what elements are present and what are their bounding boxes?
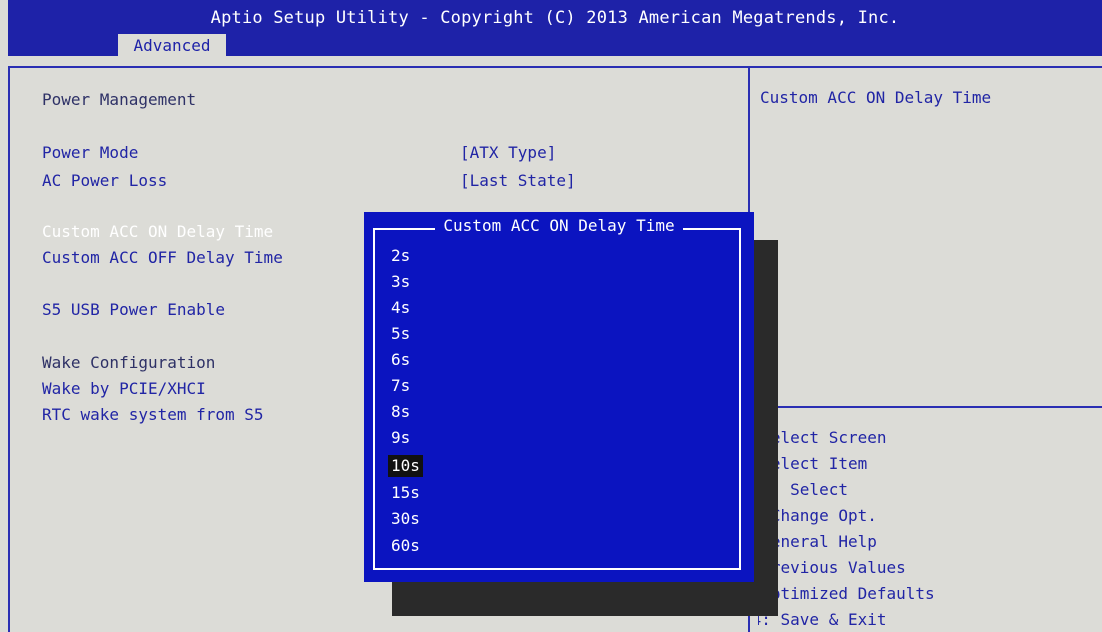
option-3s[interactable]: 3s	[388, 271, 413, 293]
frame-left-line	[8, 66, 10, 632]
option-7s[interactable]: 7s	[388, 375, 413, 397]
option-5s[interactable]: 5s	[388, 323, 413, 345]
frame-top-line	[8, 66, 1102, 68]
option-6s[interactable]: 6s	[388, 349, 413, 371]
option-15s[interactable]: 15s	[388, 482, 423, 504]
option-4s[interactable]: 4s	[388, 297, 413, 319]
setting-ac-power-loss-value[interactable]: [Last State]	[460, 171, 576, 190]
tab-advanced[interactable]: Advanced	[118, 34, 226, 58]
window-title: Aptio Setup Utility - Copyright (C) 2013…	[210, 8, 900, 28]
option-10s-selected[interactable]: 10s	[388, 455, 423, 477]
popup-title-text: Custom ACC ON Delay Time	[435, 216, 683, 235]
setting-wake-by-pcie-xhci[interactable]: Wake by PCIE/XHCI	[42, 379, 206, 398]
popup-title: Custom ACC ON Delay Time	[364, 216, 754, 235]
key-legend: : Select Screen : Select Item ter: Selec…	[758, 424, 1102, 632]
setting-s5-usb-power-enable[interactable]: S5 USB Power Enable	[42, 300, 225, 319]
setting-custom-acc-on-delay[interactable]: Custom ACC ON Delay Time	[42, 222, 273, 241]
frame-help-divider	[748, 406, 1102, 408]
setting-power-mode[interactable]: Power Mode	[42, 143, 138, 162]
option-8s[interactable]: 8s	[388, 401, 413, 423]
delay-time-popup: Custom ACC ON Delay Time 2s 3s 4s 5s 6s …	[364, 212, 754, 582]
option-30s[interactable]: 30s	[388, 508, 423, 530]
option-2s[interactable]: 2s	[388, 245, 413, 267]
key-previous-values: : Previous Values	[758, 558, 906, 577]
option-60s[interactable]: 60s	[388, 535, 423, 557]
section-title-power-management: Power Management	[42, 90, 197, 109]
setting-ac-power-loss[interactable]: AC Power Loss	[42, 171, 167, 190]
setting-power-mode-value[interactable]: [ATX Type]	[460, 143, 556, 162]
header-bar: Aptio Setup Utility - Copyright (C) 2013…	[8, 0, 1102, 58]
popup-border	[373, 228, 741, 570]
help-description: Custom ACC ON Delay Time	[760, 88, 992, 107]
setting-custom-acc-off-delay[interactable]: Custom ACC OFF Delay Time	[42, 248, 283, 267]
bios-screen: Aptio Setup Utility - Copyright (C) 2013…	[0, 0, 1102, 632]
key-optimized-defaults: : Optimized Defaults	[758, 584, 935, 603]
option-9s[interactable]: 9s	[388, 427, 413, 449]
setting-rtc-wake-system[interactable]: RTC wake system from S5	[42, 405, 264, 424]
section-title-wake-configuration: Wake Configuration	[42, 353, 216, 372]
